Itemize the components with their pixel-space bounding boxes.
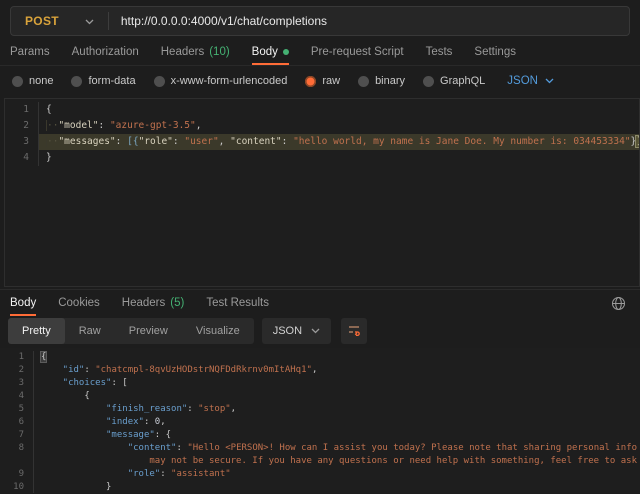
code-text: } [39,150,639,166]
code-text: may not be secure. If you have any quest… [34,455,640,468]
code-text: } [34,481,640,493]
code-text: { [34,390,640,403]
code-line[interactable]: 3··"messages": [{"role": "user", "conten… [5,134,639,150]
code-line: 7"message": { [0,429,640,442]
line-number: 3 [5,134,39,150]
body-modified-dot [283,49,289,55]
code-text: { [39,102,639,118]
code-line: 5"finish_reason": "stop", [0,403,640,416]
response-tabs: Body Cookies Headers (5) Test Results [0,290,640,316]
wrap-text-button[interactable] [341,318,367,344]
mode-form-data[interactable]: form-data [71,75,135,87]
radio-icon [358,76,369,87]
line-number: 4 [5,150,39,166]
view-preview[interactable]: Preview [115,318,182,344]
line-number: 7 [0,429,34,442]
code-text: "finish_reason": "stop", [34,403,640,416]
request-body-editor[interactable]: 1{2··"model": "azure-gpt-3.5",3··"messag… [4,98,640,287]
line-number: 1 [0,351,34,364]
tab-authorization[interactable]: Authorization [72,39,139,65]
mode-graphql[interactable]: GraphQL [423,75,485,87]
wrap-text-icon [347,323,361,340]
view-visualize[interactable]: Visualize [182,318,254,344]
radio-icon [423,76,434,87]
code-text: ··"messages": [{"role": "user", "content… [39,134,639,150]
line-number [0,455,34,468]
code-line[interactable]: 4} [5,150,639,166]
url-bar: POST [10,6,630,36]
tab-settings[interactable]: Settings [474,39,516,65]
code-line: 2"id": "chatcmpl-8qvUzHODstrNQFDdRkrnv0m… [0,364,640,377]
line-number: 3 [0,377,34,390]
code-line: 8"content": "Hello <PERSON>! How can I a… [0,442,640,455]
code-text: "content": "Hello <PERSON>! How can I as… [34,442,640,455]
mode-binary[interactable]: binary [358,75,405,87]
tab-cookies[interactable]: Cookies [58,290,100,316]
mode-raw[interactable]: raw [305,75,340,87]
headers-count-badge: (10) [209,46,229,58]
line-number: 2 [5,118,39,134]
code-line: 10} [0,481,640,493]
radio-icon [154,76,165,87]
line-number: 4 [0,390,34,403]
radio-icon [71,76,82,87]
chevron-down-icon [85,14,94,28]
code-text: "id": "chatcmpl-8qvUzHODstrNQFDdRkrnv0mI… [34,364,640,377]
body-mode-row: none form-data x-www-form-urlencoded raw… [0,66,640,96]
code-line: 1{ [0,351,640,364]
method-dropdown[interactable]: POST [11,7,108,35]
tab-params[interactable]: Params [10,39,50,65]
code-text: { [34,351,640,364]
request-url-bar: POST [0,0,640,36]
view-mode-segmented-control: Pretty Raw Preview Visualize [8,318,254,344]
code-line[interactable]: 2··"model": "azure-gpt-3.5", [5,118,639,134]
response-format-dropdown[interactable]: JSON [262,318,331,344]
tab-headers[interactable]: Headers (10) [161,39,230,65]
line-number: 2 [0,364,34,377]
code-text: "choices": [ [34,377,640,390]
tab-body[interactable]: Body [252,39,289,65]
line-number: 9 [0,468,34,481]
code-text: "role": "assistant" [34,468,640,481]
code-line: 3"choices": [ [0,377,640,390]
tab-response-headers[interactable]: Headers (5) [122,290,185,316]
code-text: "index": 0, [34,416,640,429]
request-tabs: Params Authorization Headers (10) Body P… [0,39,640,66]
mode-none[interactable]: none [12,75,53,87]
view-raw[interactable]: Raw [65,318,115,344]
chevron-down-icon [545,75,554,87]
mode-x-www-form-urlencoded[interactable]: x-www-form-urlencoded [154,75,288,87]
code-line[interactable]: 1{ [5,102,639,118]
line-number: 1 [5,102,39,118]
response-headers-count-badge: (5) [170,297,184,309]
line-number: 6 [0,416,34,429]
code-text: "message": { [34,429,640,442]
line-number: 8 [0,442,34,455]
line-number: 10 [0,481,34,493]
tab-tests[interactable]: Tests [426,39,453,65]
code-line: 9"role": "assistant" [0,468,640,481]
code-line: 6"index": 0, [0,416,640,429]
response-toolbar: Pretty Raw Preview Visualize JSON [0,316,640,348]
radio-selected-icon [305,76,316,87]
code-text: ··"model": "azure-gpt-3.5", [39,118,639,134]
radio-icon [12,76,23,87]
raw-language-dropdown[interactable]: JSON [507,75,554,87]
line-number: 5 [0,403,34,416]
tab-response-body[interactable]: Body [10,290,36,316]
chevron-down-icon [311,325,320,337]
tab-test-results[interactable]: Test Results [206,290,269,316]
tab-pre-request-script[interactable]: Pre-request Script [311,39,404,65]
url-input[interactable] [109,14,629,28]
method-label: POST [25,14,59,28]
response-section: Body Cookies Headers (5) Test Results Pr… [0,289,640,493]
globe-icon[interactable] [611,290,626,316]
response-body-editor: 1{2"id": "chatcmpl-8qvUzHODstrNQFDdRkrnv… [0,348,640,493]
code-line: may not be secure. If you have any quest… [0,455,640,468]
view-pretty[interactable]: Pretty [8,318,65,344]
code-line: 4{ [0,390,640,403]
